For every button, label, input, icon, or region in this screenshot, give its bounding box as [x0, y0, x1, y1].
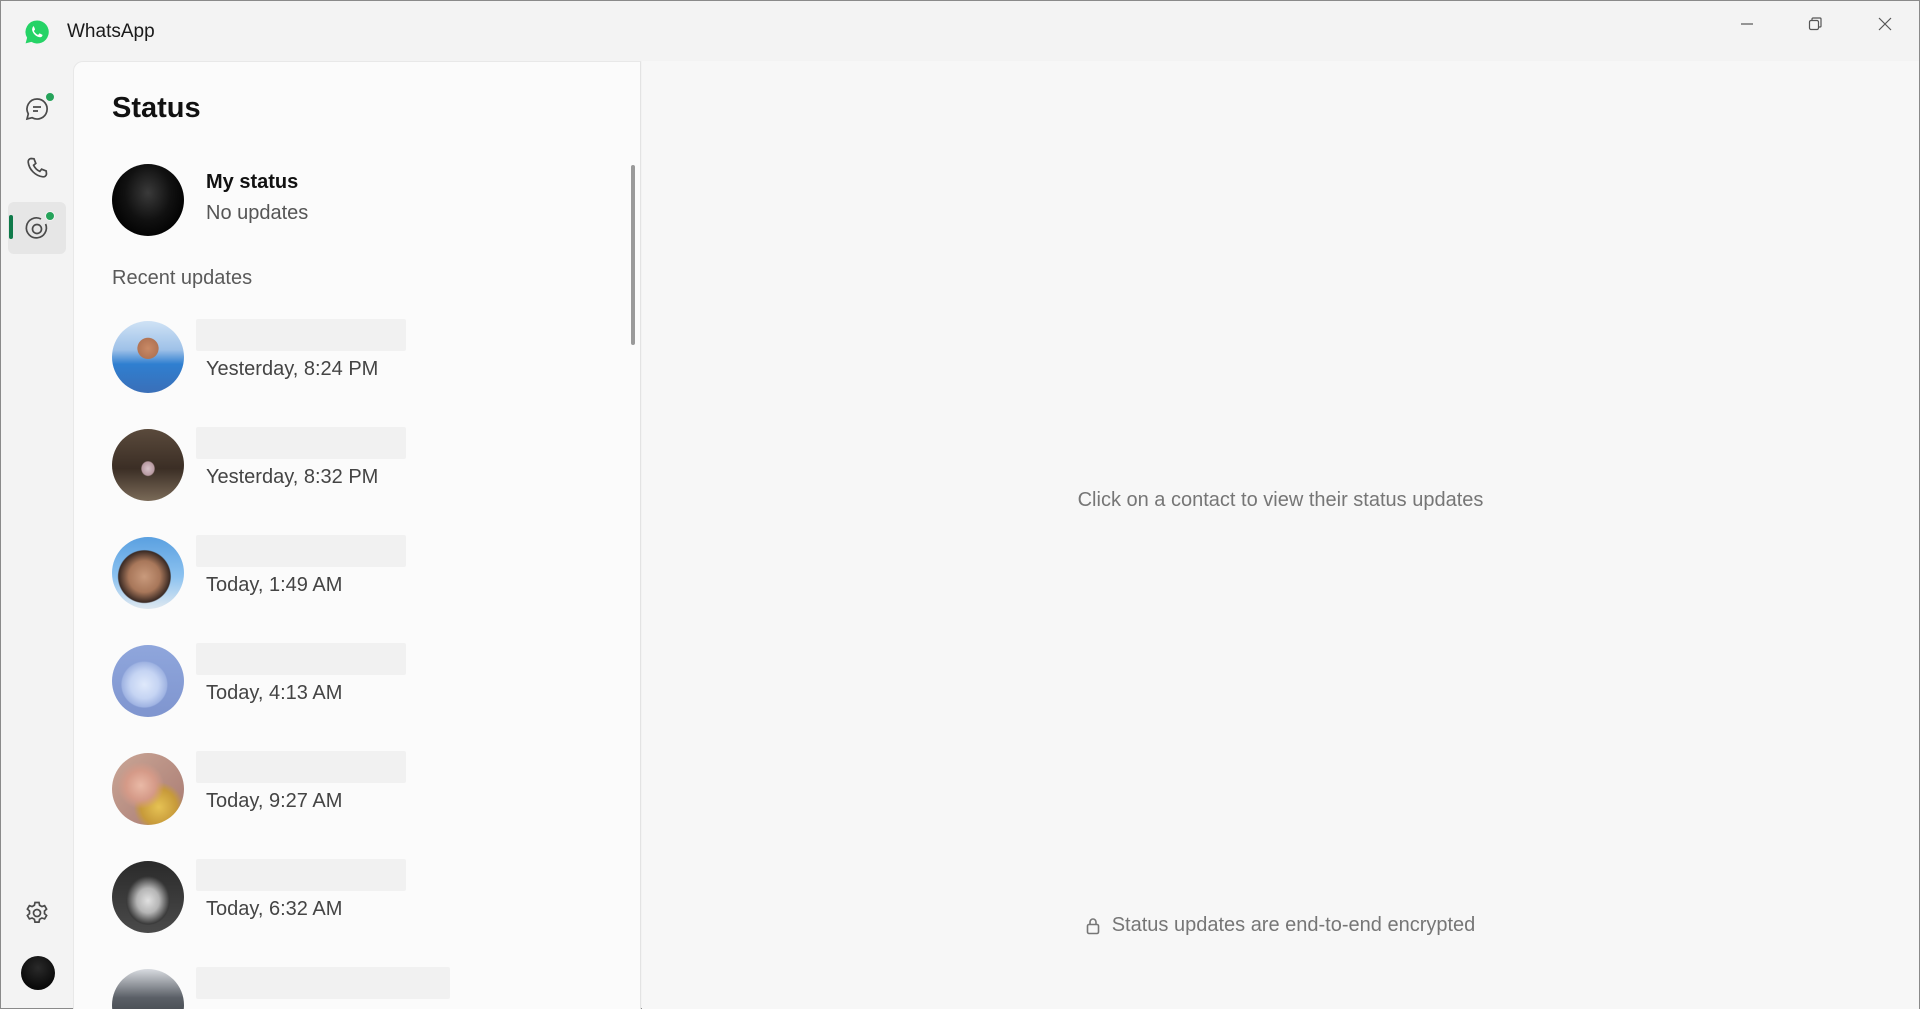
- settings-button[interactable]: [8, 887, 66, 939]
- contact-name-redacted: [196, 643, 406, 675]
- app-title: WhatsApp: [67, 21, 155, 42]
- list-item[interactable]: Today, 1:49 AM: [112, 535, 592, 609]
- my-status-subtitle: No updates: [206, 202, 309, 224]
- navigation-rail: [1, 61, 73, 1009]
- scrollbar-thumb[interactable]: [631, 165, 635, 345]
- update-time: Today, 6:32 AM: [206, 898, 343, 920]
- my-status-name: My status: [206, 171, 299, 193]
- avatar: [112, 321, 184, 393]
- rail-chats-button[interactable]: [8, 83, 66, 135]
- update-time: Today, 1:49 AM: [206, 574, 343, 596]
- whatsapp-window: WhatsApp Status My status No updates Rec…: [0, 0, 1920, 1009]
- list-item[interactable]: Today, 4:13 AM: [112, 643, 592, 717]
- avatar: [112, 861, 184, 933]
- update-time: Today, 4:13 AM: [206, 682, 343, 704]
- restore-icon: [1808, 17, 1822, 31]
- title-bar: WhatsApp: [1, 1, 1919, 61]
- list-item[interactable]: Yesterday, 8:32 PM: [112, 427, 592, 501]
- list-item[interactable]: Yesterday, 8:24 PM: [112, 319, 592, 393]
- update-time: Yesterday, 8:24 PM: [206, 358, 379, 380]
- minimize-button[interactable]: [1713, 1, 1781, 47]
- avatar: [112, 537, 184, 609]
- contact-name-redacted: [196, 319, 406, 351]
- gear-icon: [26, 901, 48, 923]
- avatar: [112, 429, 184, 501]
- recent-updates-label: Recent updates: [112, 267, 253, 289]
- profile-avatar[interactable]: [21, 956, 55, 990]
- my-status-item[interactable]: My status No updates: [112, 164, 592, 236]
- update-time: Today, 9:27 AM: [206, 790, 343, 812]
- encryption-notice: Status updates are end-to-end encrypted: [642, 914, 1919, 937]
- list-item[interactable]: [112, 967, 592, 1009]
- encryption-text: Status updates are end-to-end encrypted: [1111, 914, 1476, 936]
- unread-badge: [45, 92, 55, 102]
- avatar: [112, 753, 184, 825]
- list-item[interactable]: Today, 9:27 AM: [112, 751, 592, 825]
- minimize-icon: [1741, 23, 1753, 25]
- list-item[interactable]: Today, 6:32 AM: [112, 859, 592, 933]
- contact-name-redacted: [196, 859, 406, 891]
- active-indicator: [9, 215, 13, 239]
- contact-name-redacted: [196, 751, 406, 783]
- avatar: [112, 164, 184, 236]
- avatar: [112, 969, 184, 1009]
- empty-state-hint: Click on a contact to view their status …: [1077, 489, 1484, 511]
- contact-name-redacted: [196, 427, 406, 459]
- lock-icon: [1086, 917, 1100, 934]
- contact-name-redacted: [196, 535, 406, 567]
- status-viewer-area: Click on a contact to view their status …: [642, 61, 1919, 1009]
- phone-icon: [27, 157, 48, 178]
- status-badge: [45, 211, 55, 221]
- contact-name-redacted: [196, 967, 450, 999]
- update-time: Yesterday, 8:32 PM: [206, 466, 379, 488]
- close-icon: [1878, 17, 1892, 31]
- status-panel: Status My status No updates Recent updat…: [73, 61, 641, 1009]
- whatsapp-logo-icon: [25, 20, 49, 44]
- avatar: [112, 645, 184, 717]
- rail-calls-button[interactable]: [8, 142, 66, 194]
- rail-status-button[interactable]: [8, 202, 66, 254]
- maximize-button[interactable]: [1781, 1, 1849, 47]
- page-title: Status: [112, 92, 201, 124]
- close-button[interactable]: [1851, 1, 1919, 47]
